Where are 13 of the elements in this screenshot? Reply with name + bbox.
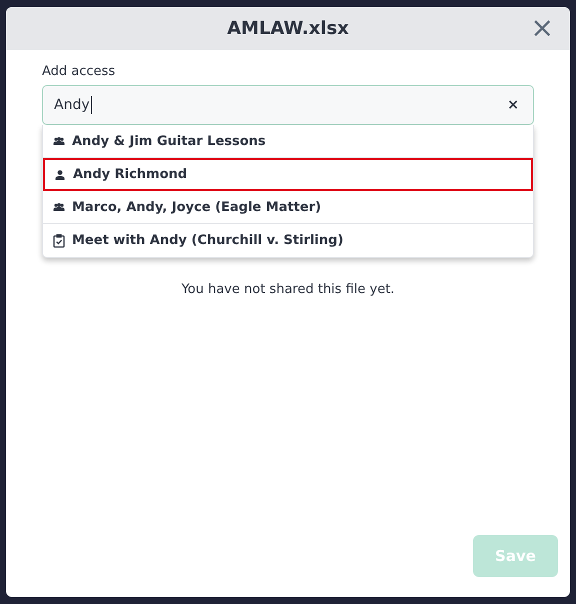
suggestion-item[interactable]: Marco, Andy, Joyce (Eagle Matter) [43, 191, 533, 224]
clipboard-check-icon [53, 234, 65, 248]
suggestion-item[interactable]: Andy & Jim Guitar Lessons [43, 125, 533, 158]
search-field[interactable]: Andy × [42, 85, 534, 125]
suggestion-item[interactable]: Andy Richmond [43, 158, 533, 191]
field-label: Add access [42, 64, 116, 79]
person-icon [54, 170, 66, 180]
dialog-title: AMLAW.xlsx [227, 18, 349, 39]
empty-message: You have not shared this file yet. [181, 282, 395, 297]
suggestion-item[interactable]: Meet with Andy (Churchill v. Stirling) [43, 224, 533, 257]
close-button[interactable]: × [528, 16, 556, 40]
group-icon [53, 137, 65, 145]
group-icon [53, 203, 65, 211]
